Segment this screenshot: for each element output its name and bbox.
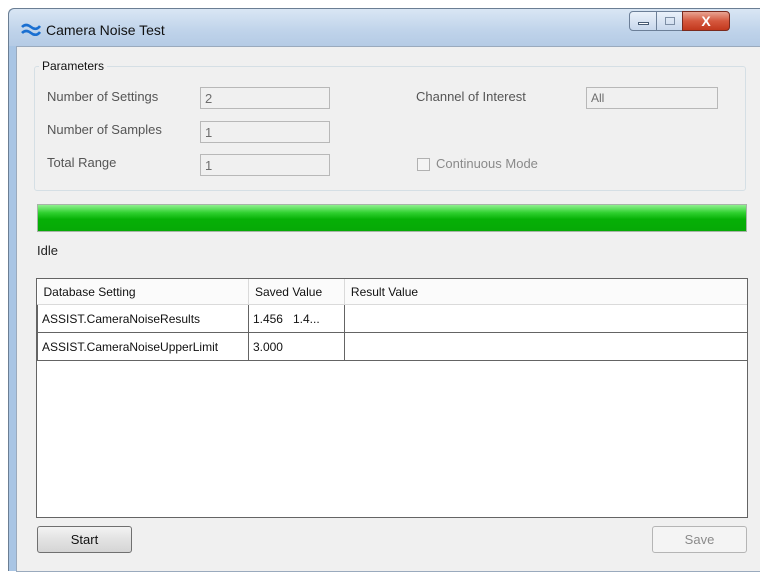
- number-of-settings-field[interactable]: 2: [200, 87, 330, 109]
- table-row[interactable]: ASSIST.CameraNoiseResults 1.456 1.4...: [37, 304, 747, 333]
- window-title: Camera Noise Test: [46, 22, 165, 38]
- table-header-row: Database Setting Saved Value Result Valu…: [37, 279, 747, 305]
- title-bar[interactable]: Camera Noise Test X: [9, 9, 760, 46]
- progress-bar: [37, 204, 747, 232]
- application-window: Camera Noise Test X Parameters Number of…: [8, 8, 760, 572]
- settings-table[interactable]: Database Setting Saved Value Result Valu…: [36, 278, 748, 518]
- channel-of-interest-label: Channel of Interest: [416, 89, 526, 104]
- channel-of-interest-field[interactable]: All: [586, 87, 718, 109]
- database-setting-cell[interactable]: ASSIST.CameraNoiseResults: [37, 304, 249, 333]
- progress-fill: [38, 205, 746, 231]
- maximize-icon: [665, 17, 675, 25]
- total-range-label: Total Range: [47, 155, 117, 170]
- close-button[interactable]: X: [682, 11, 730, 31]
- parameters-legend: Parameters: [42, 59, 105, 73]
- saved-value-cell[interactable]: 1.456 1.4...: [247, 304, 345, 333]
- maximize-button[interactable]: [656, 11, 683, 31]
- saved-value-cell[interactable]: 3.000: [247, 332, 345, 361]
- app-wave-icon: [21, 23, 41, 36]
- status-text: Idle: [37, 243, 58, 258]
- start-button[interactable]: Start: [37, 526, 132, 553]
- column-header-database-setting[interactable]: Database Setting: [37, 279, 249, 305]
- result-value-cell[interactable]: [343, 304, 747, 333]
- result-value-cell[interactable]: [343, 332, 747, 361]
- close-icon: X: [701, 13, 711, 29]
- minimize-icon: [638, 22, 649, 25]
- number-of-samples-field[interactable]: 1: [200, 121, 330, 143]
- column-header-result-value[interactable]: Result Value: [344, 279, 747, 305]
- total-range-field[interactable]: 1: [200, 154, 330, 176]
- number-of-samples-label: Number of Samples: [47, 122, 162, 137]
- database-setting-cell[interactable]: ASSIST.CameraNoiseUpperLimit: [37, 332, 249, 361]
- client-area: Parameters Number of Settings 2 Number o…: [16, 46, 760, 572]
- minimize-button[interactable]: [629, 11, 657, 31]
- continuous-mode-checkbox[interactable]: [417, 158, 430, 171]
- number-of-settings-label: Number of Settings: [47, 89, 159, 104]
- continuous-mode-label: Continuous Mode: [436, 156, 538, 171]
- table-row[interactable]: ASSIST.CameraNoiseUpperLimit 3.000: [37, 332, 747, 361]
- save-button[interactable]: Save: [652, 526, 747, 553]
- column-header-saved-value[interactable]: Saved Value: [248, 279, 345, 305]
